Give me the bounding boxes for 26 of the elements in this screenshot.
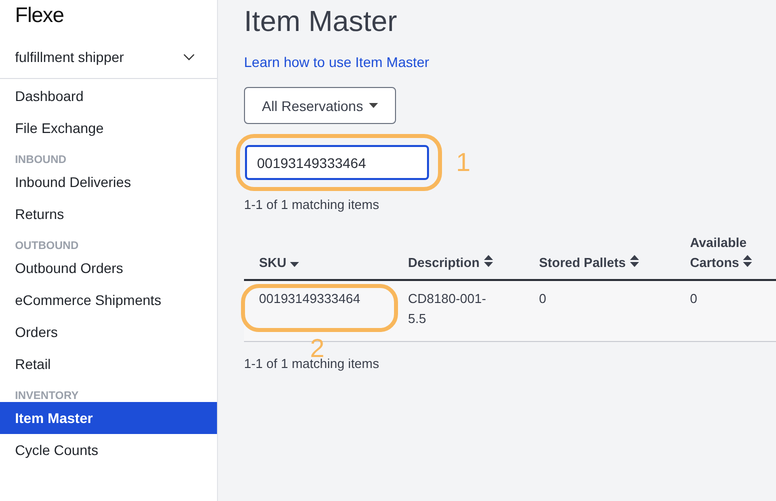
nav-item[interactable]: Returns <box>0 198 217 230</box>
result-count: 1-1 of 1 matching items <box>244 197 380 212</box>
page-title: Item Master <box>244 5 398 40</box>
nav-item[interactable]: eCommerce Shipments <box>0 284 217 316</box>
section-header: OUTBOUND <box>14 239 80 252</box>
nav-item[interactable]: Orders <box>0 316 217 348</box>
nav-item[interactable]: Inbound Deliveries <box>0 166 217 198</box>
help-link[interactable]: Learn how to use Item Master <box>244 54 430 70</box>
nav-item[interactable]: Outbound Orders <box>0 252 217 284</box>
section-header: INBOUND <box>14 153 68 166</box>
nav-item[interactable]: Retail <box>0 348 217 380</box>
table-cell: 0 <box>675 280 776 341</box>
nav-item[interactable]: Item Master <box>0 402 217 434</box>
table-cell: CD8180-001-5.5 <box>393 280 524 341</box>
reservations-dropdown[interactable]: All Reservations <box>244 87 396 124</box>
search-field[interactable]: 00193149333464 <box>245 145 429 180</box>
logo: Flexe <box>14 3 65 29</box>
caret-down-icon <box>369 103 378 108</box>
annotation-number: 1 <box>456 148 470 176</box>
nav-item[interactable]: Cycle Counts <box>0 434 217 466</box>
nav-item[interactable]: Dashboard <box>0 80 217 112</box>
table-cell: 0 <box>524 280 675 341</box>
account-selector[interactable]: fulfillment shipper <box>0 38 217 79</box>
chevron-down-icon <box>183 53 195 61</box>
nav-item[interactable]: File Exchange <box>0 112 217 144</box>
section-header: INVENTORY <box>14 389 80 402</box>
